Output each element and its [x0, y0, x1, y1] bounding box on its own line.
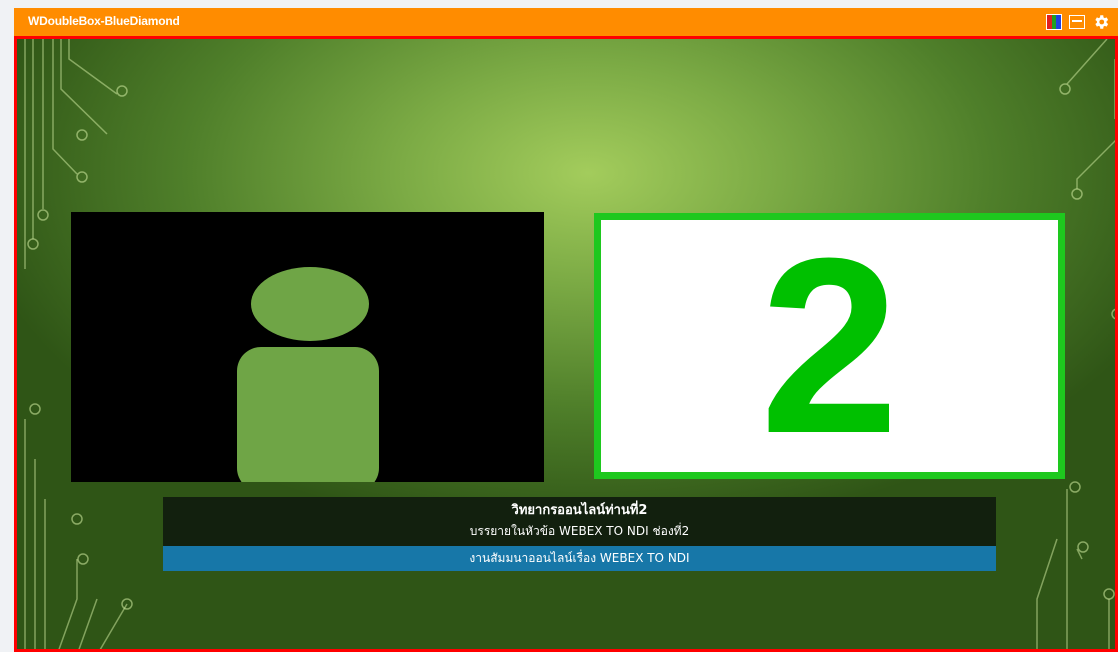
window-title: WDoubleBox-BlueDiamond [28, 14, 180, 28]
app-window: WDoubleBox-BlueDiamond 2 วิทยากรออนไลน์ท… [14, 8, 1118, 652]
person-placeholder-body [237, 347, 379, 482]
color-bars-icon[interactable] [1046, 14, 1062, 30]
window-icon[interactable] [1069, 15, 1085, 29]
title-bar-icons [1046, 13, 1110, 31]
speaker-name: วิทยากรออนไลน์ท่านที่2 [511, 503, 648, 518]
event-title-bar: งานสัมมนาออนไลน์เรื่อง WEBEX TO NDI [163, 546, 996, 571]
person-placeholder-icon [251, 267, 369, 341]
title-bar[interactable]: WDoubleBox-BlueDiamond [14, 8, 1118, 36]
camera-feed [71, 212, 544, 482]
number-panel: 2 [594, 213, 1065, 479]
lower-third: วิทยากรออนไลน์ท่านที่2 บรรยายในหัวข้อ WE… [163, 497, 996, 571]
lower-third-caption: วิทยากรออนไลน์ท่านที่2 บรรยายในหัวข้อ WE… [163, 497, 996, 546]
gear-icon[interactable] [1092, 13, 1110, 31]
speaker-number: 2 [759, 206, 900, 485]
speaker-topic: บรรยายในหัวข้อ WEBEX TO NDI ช่องที่2 [469, 524, 690, 538]
video-stage: 2 วิทยากรออนไลน์ท่านที่2 บรรยายในหัวข้อ … [14, 36, 1118, 652]
